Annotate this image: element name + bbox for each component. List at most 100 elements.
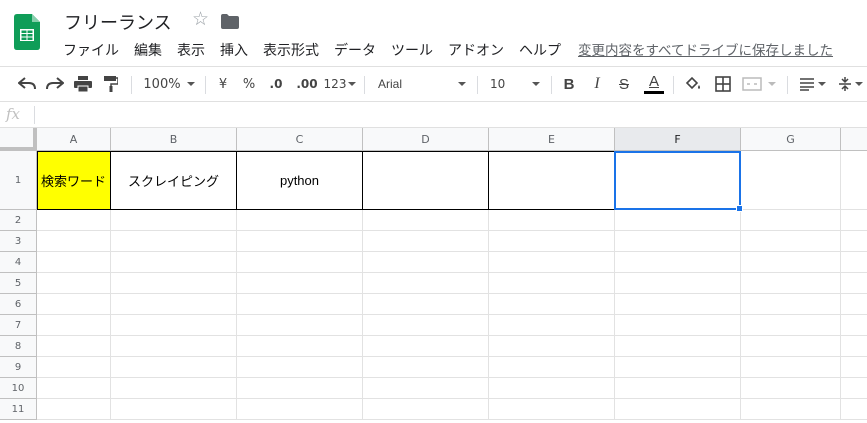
cell-f2[interactable] bbox=[615, 210, 741, 231]
cell-d7[interactable] bbox=[363, 315, 489, 336]
folder-icon[interactable] bbox=[221, 14, 239, 29]
row-header-9[interactable]: 9 bbox=[0, 357, 37, 378]
cell-e4[interactable] bbox=[489, 252, 615, 273]
select-all-corner[interactable] bbox=[0, 128, 37, 151]
percent-button[interactable]: % bbox=[238, 67, 260, 101]
cell-a8[interactable] bbox=[37, 336, 111, 357]
row-header-1[interactable]: 1 bbox=[0, 151, 37, 210]
vertical-align-button[interactable] bbox=[833, 67, 867, 101]
number-format-select[interactable]: 123 bbox=[322, 67, 358, 101]
cell-c10[interactable] bbox=[237, 378, 363, 399]
cell-a6[interactable] bbox=[37, 294, 111, 315]
menu-format[interactable]: 表示形式 bbox=[263, 40, 319, 60]
text-color-button[interactable]: A bbox=[642, 67, 666, 101]
cell-c2[interactable] bbox=[237, 210, 363, 231]
row-header-2[interactable]: 2 bbox=[0, 210, 37, 231]
cell-b10[interactable] bbox=[111, 378, 237, 399]
cell-f7[interactable] bbox=[615, 315, 741, 336]
cell-h7[interactable] bbox=[841, 315, 867, 336]
column-header-g[interactable]: G bbox=[741, 128, 841, 151]
cell-e7[interactable] bbox=[489, 315, 615, 336]
undo-button[interactable] bbox=[14, 67, 40, 101]
cell-c6[interactable] bbox=[237, 294, 363, 315]
cell-h8[interactable] bbox=[841, 336, 867, 357]
cell-e2[interactable] bbox=[489, 210, 615, 231]
cell-g11[interactable] bbox=[741, 399, 841, 420]
font-family-select[interactable]: Arial bbox=[372, 67, 472, 101]
cell-f6[interactable] bbox=[615, 294, 741, 315]
cell-d8[interactable] bbox=[363, 336, 489, 357]
row-header-8[interactable]: 8 bbox=[0, 336, 37, 357]
column-header-d[interactable]: D bbox=[363, 128, 489, 151]
row-header-7[interactable]: 7 bbox=[0, 315, 37, 336]
row-header-3[interactable]: 3 bbox=[0, 231, 37, 252]
cell-d10[interactable] bbox=[363, 378, 489, 399]
cell-c7[interactable] bbox=[237, 315, 363, 336]
cell-f3[interactable] bbox=[615, 231, 741, 252]
cell-g2[interactable] bbox=[741, 210, 841, 231]
cell-g8[interactable] bbox=[741, 336, 841, 357]
cell-h2[interactable] bbox=[841, 210, 867, 231]
column-header-a[interactable]: A bbox=[37, 128, 111, 151]
cell-c4[interactable] bbox=[237, 252, 363, 273]
cell-a7[interactable] bbox=[37, 315, 111, 336]
cell-g10[interactable] bbox=[741, 378, 841, 399]
redo-button[interactable] bbox=[42, 67, 68, 101]
cell-h3[interactable] bbox=[841, 231, 867, 252]
cell-b6[interactable] bbox=[111, 294, 237, 315]
cell-b2[interactable] bbox=[111, 210, 237, 231]
column-header-b[interactable]: B bbox=[111, 128, 237, 151]
cell-f10[interactable] bbox=[615, 378, 741, 399]
cell-d6[interactable] bbox=[363, 294, 489, 315]
cell-d2[interactable] bbox=[363, 210, 489, 231]
cell-b3[interactable] bbox=[111, 231, 237, 252]
cell-g1[interactable] bbox=[741, 151, 841, 210]
cell-h9[interactable] bbox=[841, 357, 867, 378]
cell-b11[interactable] bbox=[111, 399, 237, 420]
cell-f5[interactable] bbox=[615, 273, 741, 294]
cell-b8[interactable] bbox=[111, 336, 237, 357]
cell-h10[interactable] bbox=[841, 378, 867, 399]
column-header-f[interactable]: F bbox=[615, 128, 741, 151]
menu-edit[interactable]: 編集 bbox=[134, 40, 162, 60]
column-header-c[interactable]: C bbox=[237, 128, 363, 151]
cell-b9[interactable] bbox=[111, 357, 237, 378]
cell-b1[interactable]: スクレイピング bbox=[111, 151, 237, 210]
decrease-decimal-button[interactable]: .0 bbox=[263, 67, 289, 101]
cell-e1[interactable] bbox=[489, 151, 615, 210]
fill-color-button[interactable] bbox=[681, 67, 705, 101]
cell-c3[interactable] bbox=[237, 231, 363, 252]
cell-e9[interactable] bbox=[489, 357, 615, 378]
cell-h5[interactable] bbox=[841, 273, 867, 294]
horizontal-align-button[interactable] bbox=[795, 67, 829, 101]
cell-f11[interactable] bbox=[615, 399, 741, 420]
cell-g3[interactable] bbox=[741, 231, 841, 252]
merge-cells-button[interactable] bbox=[740, 67, 778, 101]
currency-button[interactable]: ¥ bbox=[212, 67, 234, 101]
font-size-select[interactable]: 10 bbox=[484, 67, 546, 101]
cell-d5[interactable] bbox=[363, 273, 489, 294]
cell-c9[interactable] bbox=[237, 357, 363, 378]
menu-file[interactable]: ファイル bbox=[63, 40, 119, 60]
menu-insert[interactable]: 挿入 bbox=[220, 40, 248, 60]
fill-handle[interactable] bbox=[736, 205, 743, 212]
cell-h4[interactable] bbox=[841, 252, 867, 273]
row-header-5[interactable]: 5 bbox=[0, 273, 37, 294]
italic-button[interactable]: I bbox=[586, 67, 608, 101]
cell-d4[interactable] bbox=[363, 252, 489, 273]
cell-e5[interactable] bbox=[489, 273, 615, 294]
row-header-11[interactable]: 11 bbox=[0, 399, 37, 420]
cell-d3[interactable] bbox=[363, 231, 489, 252]
cell-d11[interactable] bbox=[363, 399, 489, 420]
cell-b5[interactable] bbox=[111, 273, 237, 294]
menu-help[interactable]: ヘルプ bbox=[519, 40, 561, 60]
cell-g4[interactable] bbox=[741, 252, 841, 273]
row-header-10[interactable]: 10 bbox=[0, 378, 37, 399]
cell-g9[interactable] bbox=[741, 357, 841, 378]
cell-a2[interactable] bbox=[37, 210, 111, 231]
menu-tools[interactable]: ツール bbox=[391, 40, 433, 60]
cell-d9[interactable] bbox=[363, 357, 489, 378]
cell-f8[interactable] bbox=[615, 336, 741, 357]
cell-e3[interactable] bbox=[489, 231, 615, 252]
menu-addons[interactable]: アドオン bbox=[448, 40, 504, 60]
